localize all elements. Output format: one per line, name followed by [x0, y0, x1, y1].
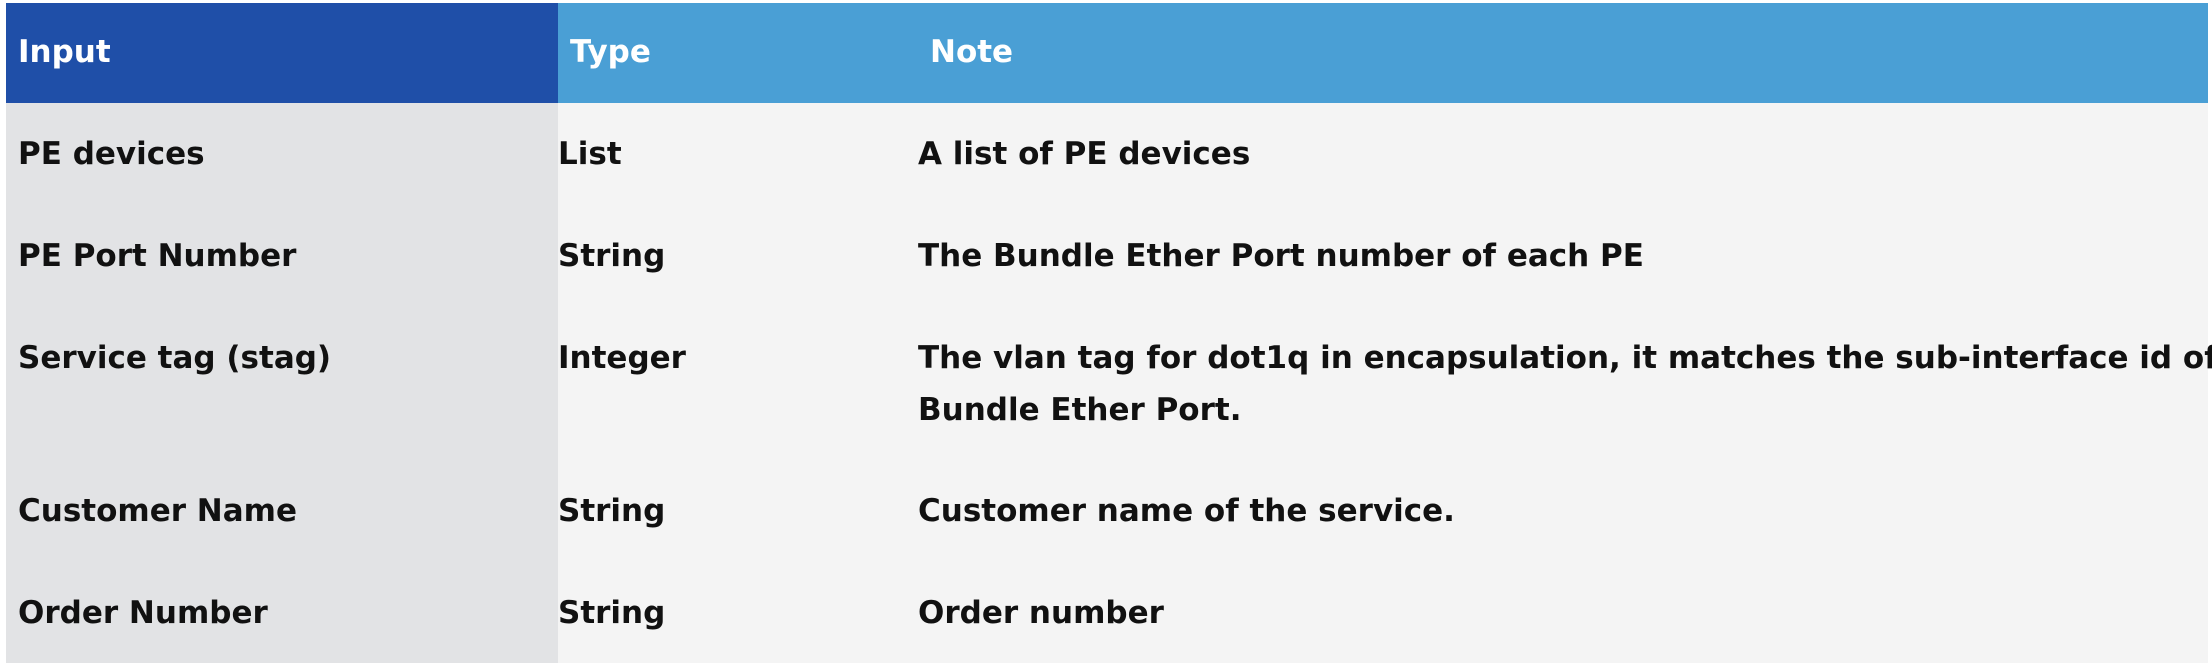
row-type-cell: Integer	[558, 340, 686, 376]
row-type-cell: String	[558, 238, 666, 274]
row-note-cell: A list of PE devices	[918, 136, 1251, 172]
header-type: Type	[570, 34, 651, 70]
row-type-cell: String	[558, 595, 666, 631]
row-note-cell: The Bundle Ether Port number of each PE	[918, 238, 1644, 274]
row-note-cell: Order number	[918, 595, 1164, 631]
row-note-cell-line-2: Bundle Ether Port.	[918, 392, 1242, 428]
row-note-cell: Customer name of the service.	[918, 493, 1455, 529]
table-header: Input Type Note	[6, 3, 2208, 103]
row-input-cell: Service tag (stag)	[18, 340, 332, 376]
row-input-cell: Order Number	[18, 595, 268, 631]
header-input: Input	[18, 34, 111, 70]
row-input-cell: PE devices	[18, 136, 205, 172]
row-note-cell-line-1: The vlan tag for dot1q in encapsulation,…	[918, 340, 2212, 376]
row-input-cell: Customer Name	[18, 493, 297, 529]
row-type-cell: List	[558, 136, 622, 172]
row-type-cell: String	[558, 493, 666, 529]
header-note: Note	[930, 34, 1014, 70]
row-input-cell: PE Port Number	[18, 238, 297, 274]
inputs-table: Input Type Note PE devices List A list o…	[6, 3, 2212, 663]
